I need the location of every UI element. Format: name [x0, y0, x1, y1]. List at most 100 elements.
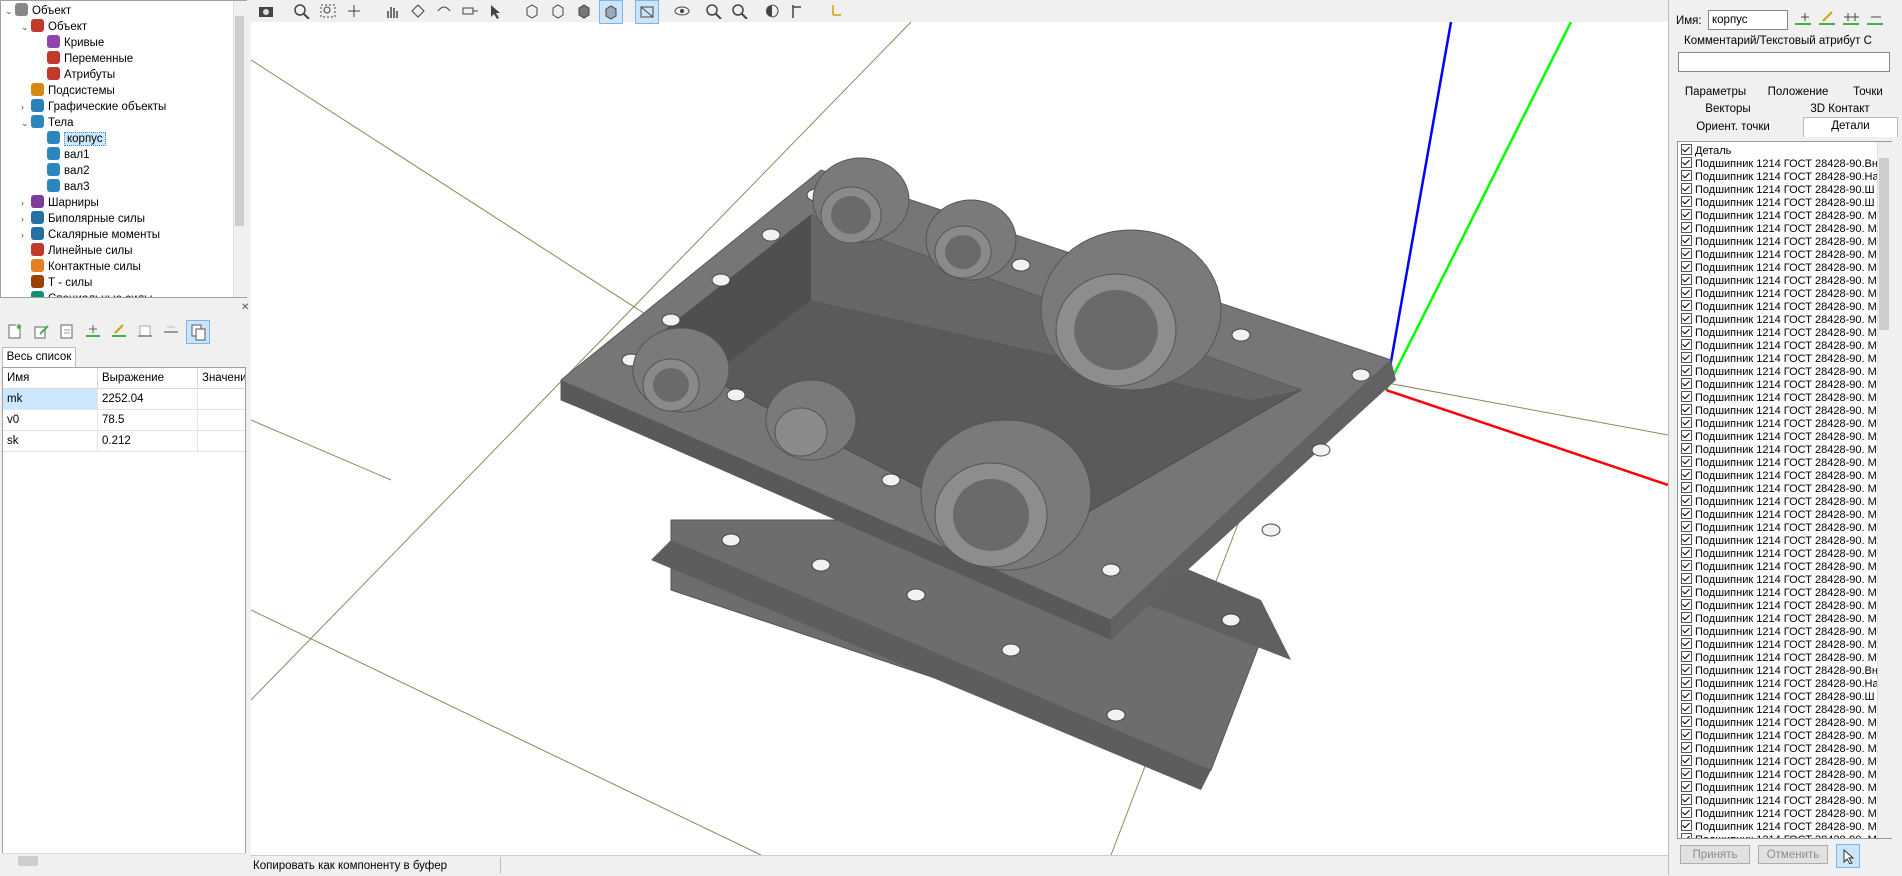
detail-item[interactable]: Подшипник 1214 ГОСТ 28428-90. М — [1681, 807, 1877, 820]
detail-item[interactable]: Подшипник 1214 ГОСТ 28428-90.Ш — [1681, 690, 1875, 703]
checkbox[interactable] — [1681, 729, 1692, 740]
checkbox[interactable] — [1681, 495, 1692, 506]
checkbox[interactable] — [1681, 339, 1692, 350]
rotate-axis-button[interactable] — [433, 0, 455, 22]
3d-viewport[interactable] — [251, 0, 1668, 855]
detail-item[interactable]: Подшипник 1214 ГОСТ 28428-90.Вн — [1681, 664, 1878, 677]
tree-item[interactable]: Кривые — [37, 35, 104, 51]
new-variable-button[interactable] — [4, 320, 26, 342]
delete-point-button[interactable] — [160, 320, 182, 342]
checkbox[interactable] — [1681, 703, 1692, 714]
checkbox[interactable] — [1681, 820, 1692, 831]
detail-item[interactable]: Подшипник 1214 ГОСТ 28428-90. М — [1681, 430, 1877, 443]
pan-button[interactable] — [381, 0, 403, 22]
column-header-value[interactable]: Значение — [198, 368, 245, 389]
detail-item[interactable]: Подшипник 1214 ГОСТ 28428-90.Ш — [1681, 183, 1875, 196]
checkbox[interactable] — [1681, 560, 1692, 571]
detail-item[interactable]: Подшипник 1214 ГОСТ 28428-90. М — [1681, 547, 1877, 560]
tree-item[interactable]: Атрибуты — [37, 67, 115, 83]
checkbox[interactable] — [1681, 833, 1692, 838]
checkbox[interactable] — [1681, 664, 1692, 675]
detail-item[interactable]: Подшипник 1214 ГОСТ 28428-90. М — [1681, 742, 1877, 755]
table-cell-expression[interactable]: 2252.04 — [98, 389, 198, 410]
object-tree[interactable]: ⌄ Объект ⌄ Объект Кривые Переменные Атрибуты По… — [0, 0, 247, 298]
detail-item[interactable]: Подшипник 1214 ГОСТ 28428-90. М — [1681, 625, 1877, 638]
chevron-down-icon[interactable]: ⌄ — [21, 115, 31, 131]
detail-item[interactable]: Подшипник 1214 ГОСТ 28428-90. М — [1681, 209, 1877, 222]
tab-all-list[interactable]: Весь список — [2, 347, 76, 367]
detail-item[interactable]: Подшипник 1214 ГОСТ 28428-90. М — [1681, 794, 1877, 807]
view-top-button[interactable] — [547, 0, 569, 22]
tree-item[interactable]: › Графические объекты — [21, 99, 166, 115]
checkbox[interactable] — [1681, 534, 1692, 545]
checkbox[interactable] — [1681, 157, 1692, 168]
tab-vectors[interactable]: Векторы — [1678, 101, 1778, 118]
checkbox[interactable] — [1681, 274, 1692, 285]
detail-item[interactable]: Подшипник 1214 ГОСТ 28428-90. М — [1681, 222, 1877, 235]
checkbox[interactable] — [1681, 430, 1692, 441]
chevron-down-icon[interactable]: ⌄ — [5, 3, 15, 19]
checkbox[interactable] — [1681, 222, 1692, 233]
checkbox[interactable] — [1681, 807, 1692, 818]
tree-scrollbar-thumb[interactable] — [235, 16, 244, 226]
visibility-button[interactable] — [671, 0, 693, 22]
remove-button[interactable] — [1864, 8, 1886, 30]
checkbox[interactable] — [1681, 586, 1692, 597]
detail-item[interactable]: Подшипник 1214 ГОСТ 28428-90. М — [1681, 287, 1877, 300]
detail-item[interactable]: Подшипник 1214 ГОСТ 28428-90. М — [1681, 716, 1877, 729]
chevron-right-icon[interactable]: › — [21, 291, 31, 297]
bearing[interactable] — [632, 327, 730, 413]
checkbox[interactable] — [1681, 248, 1692, 259]
checkbox[interactable] — [1681, 573, 1692, 584]
column-header-expression[interactable]: Выражение — [98, 368, 198, 389]
move-button[interactable] — [459, 0, 481, 22]
chevron-right-icon[interactable]: › — [21, 211, 31, 227]
checkbox[interactable] — [1681, 300, 1692, 311]
bearing[interactable] — [1040, 229, 1222, 391]
accept-button[interactable]: Принять — [1680, 845, 1750, 864]
checkbox[interactable] — [1681, 404, 1692, 415]
checkbox[interactable] — [1681, 651, 1692, 662]
tree-item[interactable]: Переменные — [37, 51, 133, 67]
checkbox[interactable] — [1681, 209, 1692, 220]
tab-orient-points[interactable]: Ориент. точки — [1678, 119, 1788, 136]
details-scrollbar-thumb[interactable] — [1879, 158, 1889, 330]
checkbox[interactable] — [1681, 417, 1692, 428]
checkbox[interactable] — [1681, 482, 1692, 493]
camera-button[interactable] — [255, 0, 277, 22]
detail-item[interactable]: Подшипник 1214 ГОСТ 28428-90. М — [1681, 729, 1877, 742]
detail-item[interactable]: Подшипник 1214 ГОСТ 28428-90. М — [1681, 573, 1877, 586]
detail-item[interactable]: Подшипник 1214 ГОСТ 28428-90. М — [1681, 469, 1877, 482]
bearing[interactable] — [765, 379, 857, 461]
add-point-button[interactable] — [82, 320, 104, 342]
table-cell-name[interactable]: mk — [3, 389, 98, 410]
detail-item[interactable]: Подшипник 1214 ГОСТ 28428-90. М — [1681, 443, 1877, 456]
table-cell-expression[interactable]: 0.212 — [98, 431, 198, 452]
checkbox[interactable] — [1681, 469, 1692, 480]
checkbox[interactable] — [1681, 716, 1692, 727]
chevron-down-icon[interactable]: ⌄ — [21, 19, 31, 35]
detail-item[interactable]: Подшипник 1214 ГОСТ 28428-90. М — [1681, 495, 1877, 508]
detail-item[interactable]: Подшипник 1214 ГОСТ 28428-90. М — [1681, 365, 1877, 378]
detail-item[interactable]: Подшипник 1214 ГОСТ 28428-90. М — [1681, 755, 1877, 768]
rotate-button[interactable] — [407, 0, 429, 22]
edit-variable-button[interactable] — [30, 320, 52, 342]
chevron-right-icon[interactable]: › — [21, 227, 31, 243]
checkbox[interactable] — [1681, 378, 1692, 389]
view-front-button[interactable] — [521, 0, 543, 22]
detail-item[interactable]: Подшипник 1214 ГОСТ 28428-90. М — [1681, 300, 1877, 313]
tab-position[interactable]: Положение — [1758, 84, 1838, 101]
add-multiple-button[interactable] — [1840, 8, 1862, 30]
checkbox[interactable] — [1681, 521, 1692, 532]
detail-item[interactable]: Подшипник 1214 ГОСТ 28428-90. М — [1681, 274, 1877, 287]
zoom-out-button[interactable] — [729, 0, 751, 22]
detail-item[interactable]: Подшипник 1214 ГОСТ 28428-90. М — [1681, 768, 1877, 781]
zoom-in-button[interactable] — [703, 0, 725, 22]
bearing[interactable] — [812, 157, 910, 244]
tab-parameters[interactable]: Параметры — [1678, 84, 1753, 101]
checkbox[interactable] — [1681, 196, 1692, 207]
checkbox[interactable] — [1681, 547, 1692, 558]
detail-item[interactable]: Подшипник 1214 ГОСТ 28428-90. М — [1681, 560, 1877, 573]
detail-item[interactable]: Подшипник 1214 ГОСТ 28428-90. М — [1681, 833, 1877, 838]
detail-item[interactable]: Подшипник 1214 ГОСТ 28428-90. М — [1681, 508, 1877, 521]
